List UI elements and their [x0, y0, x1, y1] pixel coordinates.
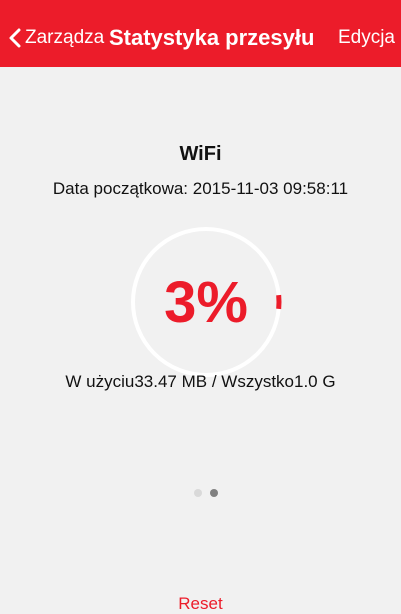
usage-gauge: 3% — [126, 222, 286, 382]
back-button[interactable]: Zarządza — [6, 26, 104, 50]
chevron-left-icon — [9, 28, 21, 48]
page-indicator — [194, 489, 218, 497]
start-date-text: Data początkowa: 2015-11-03 09:58:11 — [52, 179, 349, 198]
page-title: Statystyka przesyłu — [109, 25, 315, 50]
pager-dot — [210, 489, 218, 497]
edit-button[interactable]: Edycja — [338, 26, 395, 50]
pager-dot — [194, 489, 202, 497]
back-button-label: Zarządza — [25, 27, 105, 48]
network-type-title: WiFi — [179, 143, 222, 165]
gauge-percent-label: 3% — [164, 270, 248, 335]
top-bar: Zarządza Statystyka przesyłu Edycja — [0, 0, 401, 67]
reset-button[interactable]: Reset — [0, 594, 401, 614]
usage-summary: W użyciu33.47 MB / Wszystko1.0 G — [65, 372, 336, 391]
